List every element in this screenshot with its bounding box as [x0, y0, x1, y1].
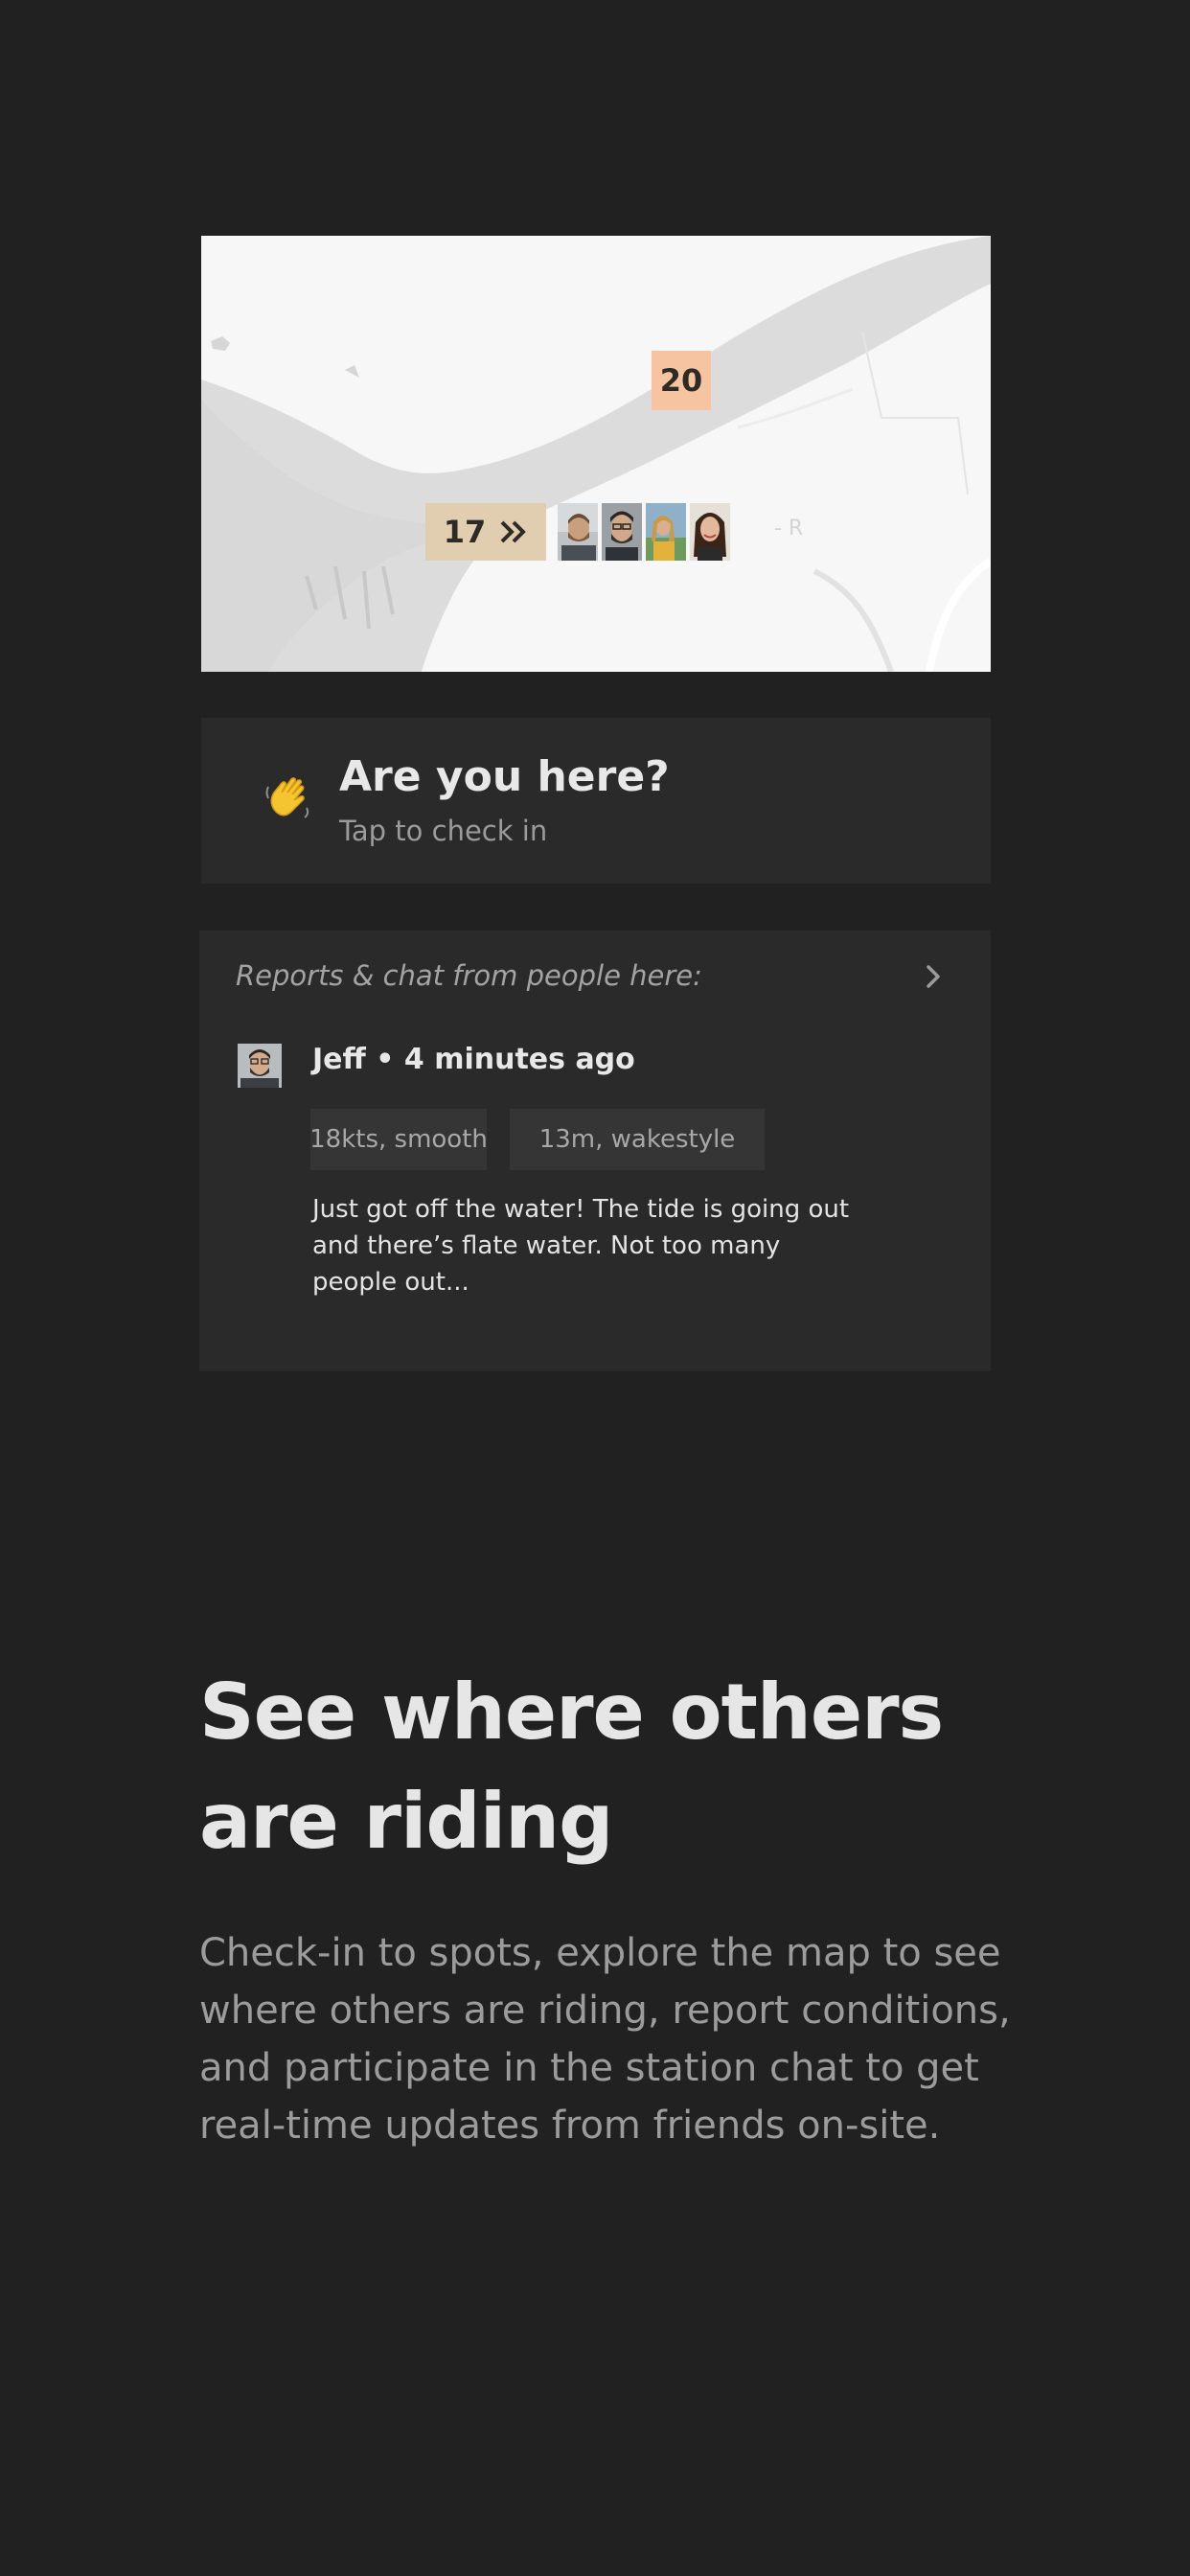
rider-avatar[interactable]: [602, 503, 642, 561]
rider-avatar[interactable]: [646, 503, 686, 561]
feature-headline: See where others are riding: [199, 1668, 944, 1866]
check-in-title: Are you here?: [339, 752, 670, 801]
map-background: [201, 236, 991, 672]
chevron-right-icon[interactable]: [920, 959, 949, 994]
rider-avatar[interactable]: [558, 503, 598, 561]
post-text: Just got off the water! The tide is goin…: [312, 1195, 850, 1297]
rider-photo-icon: [690, 503, 730, 561]
reports-card[interactable]: Reports & chat from people here: Jeff • …: [199, 931, 991, 1371]
wind-speed-value: 17: [443, 514, 487, 550]
reports-title: Reports & chat from people here:: [236, 959, 702, 992]
double-chevron-right-icon: [500, 520, 527, 543]
condition-tag-wind: 18kts, smooth: [309, 1109, 488, 1170]
feature-description: Check-in to spots, explore the map to se…: [199, 1931, 1011, 2148]
map-trailing-label: - R: [774, 517, 804, 540]
rider-photo-icon: [558, 503, 598, 561]
rider-photo-icon: [646, 503, 686, 561]
condition-tag-kite: 13m, wakestyle: [510, 1109, 765, 1170]
check-in-card[interactable]: Are you here? Tap to check in: [201, 718, 991, 884]
rider-avatar[interactable]: [690, 503, 730, 561]
post-author-time: Jeff • 4 minutes ago: [312, 1043, 635, 1076]
avatar[interactable]: [238, 1044, 282, 1088]
check-in-subtitle: Tap to check in: [339, 815, 548, 847]
wind-speed-badge-20[interactable]: 20: [652, 351, 711, 410]
wind-speed-badge-17[interactable]: 17: [425, 503, 546, 561]
spot-map[interactable]: 20 17 - R: [201, 236, 991, 672]
wind-speed-value: 20: [659, 362, 703, 399]
rider-avatars[interactable]: [558, 503, 730, 561]
waving-hand-icon: [265, 777, 309, 818]
rider-photo-icon: [602, 503, 642, 561]
user-photo-icon: [238, 1044, 282, 1088]
condition-tags: 18kts, smooth 13m, wakestyle: [309, 1109, 765, 1170]
